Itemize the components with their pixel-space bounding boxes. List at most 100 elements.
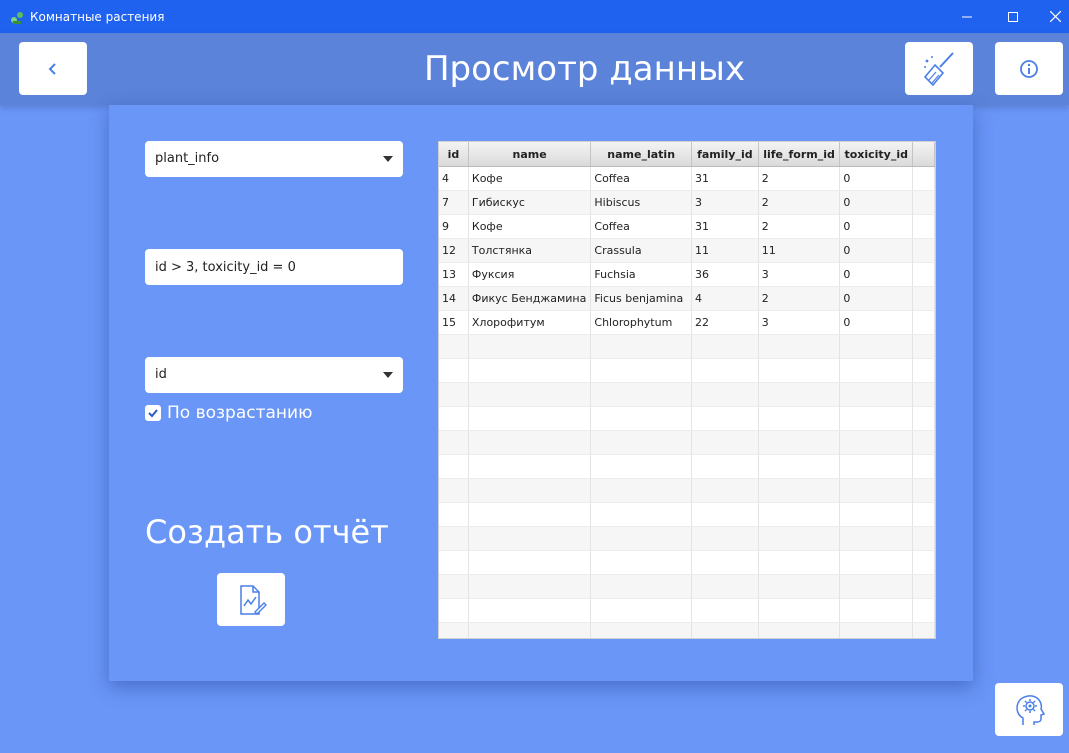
table-cell-life-form-id: 11	[759, 239, 841, 262]
table-cell-id: 4	[439, 167, 469, 190]
column-header-filler	[913, 142, 935, 166]
table-cell-life-form-id	[759, 431, 841, 454]
table-cell-toxicity-id	[840, 383, 914, 406]
close-icon	[1049, 11, 1061, 22]
table-cell-filler	[913, 407, 935, 430]
table-cell-life-form-id: 2	[759, 191, 841, 214]
table-cell-family-id	[692, 407, 759, 430]
table-cell-id	[439, 599, 469, 622]
table-cell-family-id: 22	[692, 311, 759, 334]
checkmark-icon	[148, 409, 158, 418]
column-header-toxicity-id[interactable]: toxicity_id	[840, 142, 914, 166]
back-button[interactable]	[19, 42, 87, 95]
column-header-id[interactable]: id	[439, 142, 469, 166]
create-report-button[interactable]	[217, 573, 285, 626]
table-cell-name	[469, 431, 592, 454]
table-cell-id: 14	[439, 287, 469, 310]
table-cell-filler	[913, 311, 935, 334]
table-cell-life-form-id	[759, 575, 841, 598]
table-cell-name	[469, 575, 592, 598]
table-cell-toxicity-id	[840, 479, 914, 502]
ascending-checkbox-row[interactable]: По возрастанию	[145, 403, 312, 423]
chevron-left-icon	[48, 62, 56, 75]
settings-button[interactable]	[995, 683, 1063, 736]
table-row[interactable]: 4 Кофе Coffea 31 2 0	[439, 167, 935, 191]
table-cell-id	[439, 479, 469, 502]
table-row[interactable]: 9 Кофе Coffea 31 2 0	[439, 215, 935, 239]
table-row	[439, 575, 935, 599]
table-cell-filler	[913, 215, 935, 238]
table-cell-id	[439, 551, 469, 574]
table-row[interactable]: 14 Фикус Бенджамина Ficus benjamina 4 2 0	[439, 287, 935, 311]
table-cell-filler	[913, 503, 935, 526]
table-cell-family-id: 11	[692, 239, 759, 262]
sort-column-select[interactable]: id	[145, 357, 403, 393]
table-cell-name-latin: Chlorophytum	[591, 311, 692, 334]
head-gear-icon	[1016, 694, 1046, 725]
table-row[interactable]: 12 Толстянка Crassula 11 11 0	[439, 239, 935, 263]
table-cell-name	[469, 407, 592, 430]
ascending-checkbox[interactable]	[145, 405, 161, 421]
table-cell-toxicity-id: 0	[840, 239, 914, 262]
table-cell-name	[469, 359, 592, 382]
table-cell-name-latin	[591, 455, 692, 478]
table-select[interactable]: plant_info	[145, 141, 403, 177]
info-button[interactable]	[995, 42, 1063, 95]
table-cell-family-id	[692, 551, 759, 574]
table-cell-filler	[913, 263, 935, 286]
column-header-life-form-id[interactable]: life_form_id	[759, 142, 841, 166]
close-button[interactable]	[1032, 0, 1069, 33]
table-cell-name-latin	[591, 599, 692, 622]
filter-input[interactable]	[145, 249, 403, 285]
table-cell-family-id	[692, 359, 759, 382]
table-cell-name-latin: Fuchsia	[591, 263, 692, 286]
table-cell-toxicity-id	[840, 335, 914, 358]
table-cell-filler	[913, 383, 935, 406]
table-cell-name: Кофе	[469, 215, 592, 238]
table-cell-toxicity-id	[840, 551, 914, 574]
plant-icon	[11, 12, 23, 24]
table-cell-name-latin: Crassula	[591, 239, 692, 262]
window-title: Комнатные растения	[30, 10, 165, 24]
table-cell-family-id: 3	[692, 191, 759, 214]
table-cell-name-latin	[591, 479, 692, 502]
table-cell-id	[439, 407, 469, 430]
maximize-button[interactable]	[990, 0, 1036, 33]
maximize-icon	[1008, 11, 1018, 22]
table-cell-id: 7	[439, 191, 469, 214]
table-row	[439, 599, 935, 623]
chart-document-icon	[240, 584, 267, 615]
table-cell-name-latin	[591, 335, 692, 358]
table-cell-toxicity-id	[840, 407, 914, 430]
table-row[interactable]: 7 Гибискус Hibiscus 3 2 0	[439, 191, 935, 215]
table-cell-filler	[913, 575, 935, 598]
table-row	[439, 503, 935, 527]
column-header-name[interactable]: name	[469, 142, 592, 166]
table-cell-name	[469, 599, 592, 622]
clear-button[interactable]	[905, 42, 973, 95]
broom-icon	[923, 51, 954, 86]
table-cell-life-form-id: 2	[759, 287, 841, 310]
table-cell-family-id	[692, 503, 759, 526]
table-cell-toxicity-id	[840, 359, 914, 382]
table-row[interactable]: 13 Фуксия Fuchsia 36 3 0	[439, 263, 935, 287]
minimize-button[interactable]	[944, 0, 990, 33]
table-cell-life-form-id	[759, 359, 841, 382]
table-cell-name-latin	[591, 503, 692, 526]
table-cell-id	[439, 431, 469, 454]
table-row	[439, 527, 935, 551]
table-cell-name-latin: Hibiscus	[591, 191, 692, 214]
column-header-family-id[interactable]: family_id	[692, 142, 759, 166]
table-row	[439, 359, 935, 383]
table-cell-name	[469, 623, 592, 638]
table-cell-filler	[913, 287, 935, 310]
table-cell-name-latin	[591, 407, 692, 430]
table-cell-name-latin	[591, 359, 692, 382]
minimize-icon	[962, 16, 972, 17]
table-row[interactable]: 15 Хлорофитум Chlorophytum 22 3 0	[439, 311, 935, 335]
table-cell-name	[469, 455, 592, 478]
column-header-name-latin[interactable]: name_latin	[591, 142, 692, 166]
table-cell-id	[439, 455, 469, 478]
table-cell-name: Кофе	[469, 167, 592, 190]
data-table[interactable]: id name name_latin family_id life_form_id tox…	[438, 141, 936, 639]
